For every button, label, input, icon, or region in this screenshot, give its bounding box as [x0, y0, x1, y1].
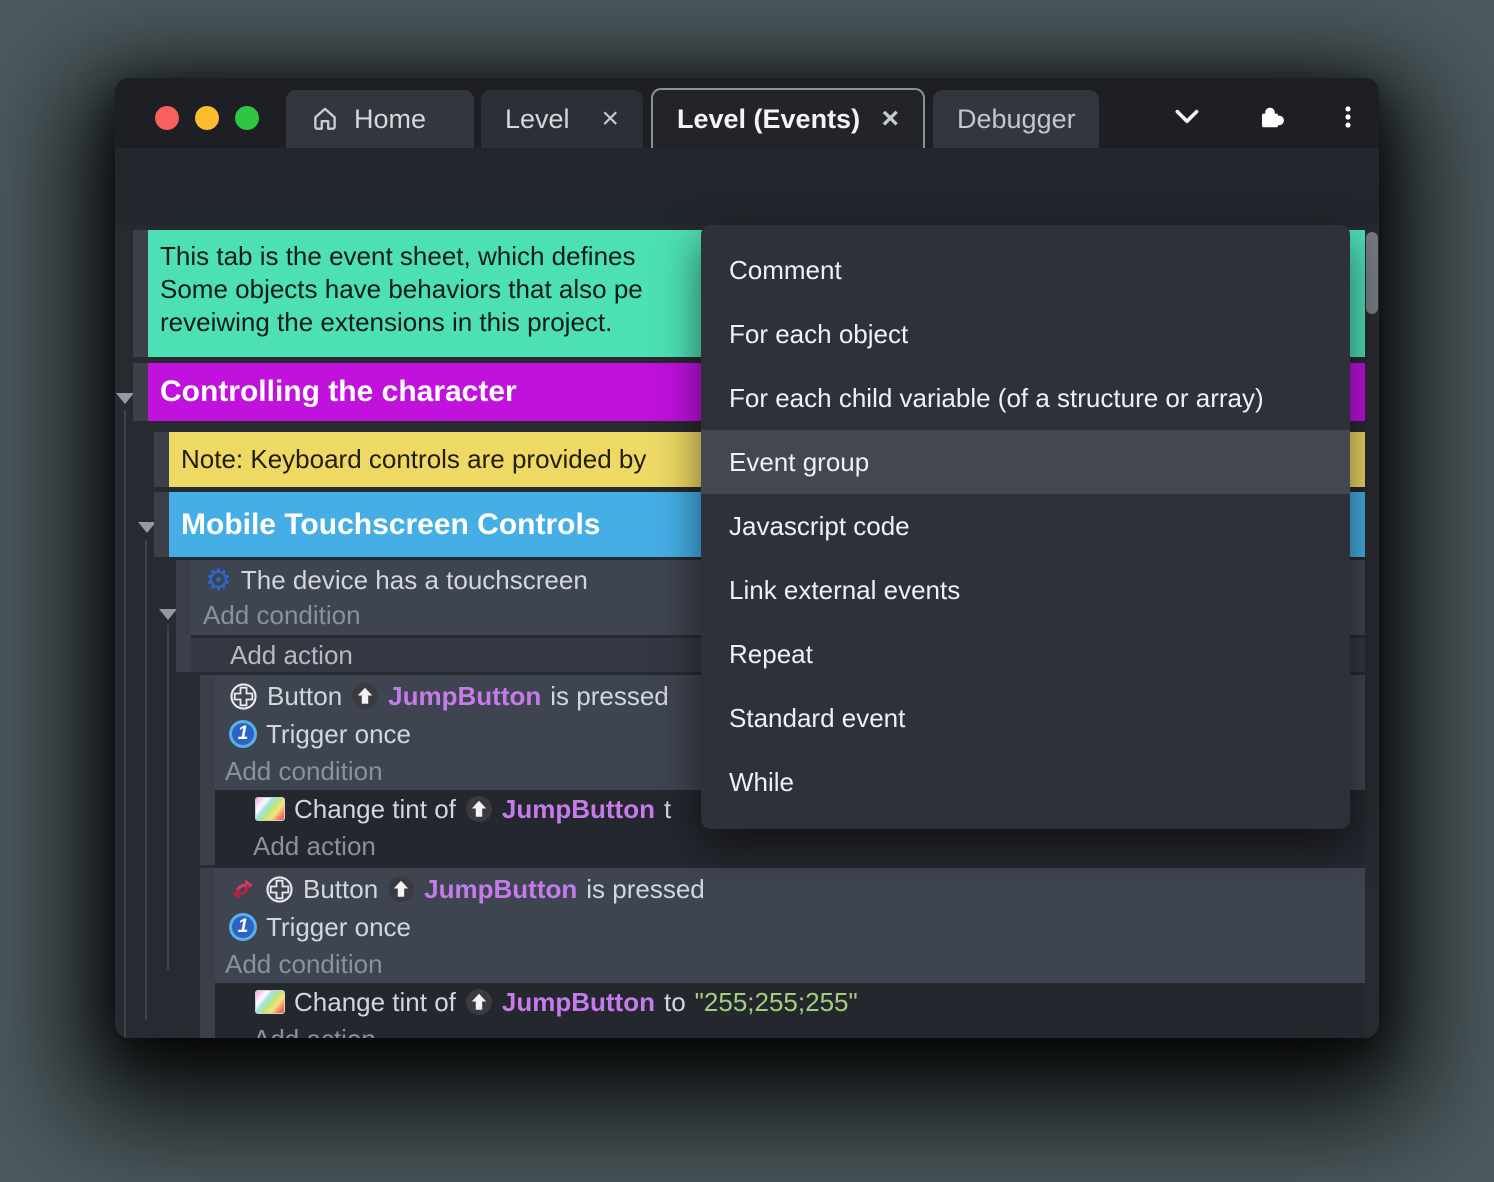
tab-label: Level (Events)	[677, 103, 861, 134]
object-icon	[387, 875, 415, 903]
chevron-down-icon[interactable]	[1170, 100, 1204, 134]
object-icon	[465, 795, 493, 823]
tab-level-events[interactable]: Level (Events) ×	[651, 88, 925, 148]
tab-label: Debugger	[957, 103, 1076, 134]
object-name: JumpButton	[424, 873, 578, 904]
add-condition-link[interactable]: Add condition	[215, 946, 1365, 983]
object-name: JumpButton	[501, 986, 655, 1017]
event-jumpbutton-not-pressed: Button JumpButton is pressed 1 Trigger o…	[200, 868, 1365, 1038]
gamepad-icon	[229, 682, 258, 711]
tab-debugger[interactable]: Debugger	[933, 90, 1099, 148]
group-title: Controlling the character	[160, 375, 517, 408]
trigger-once-icon: 1	[229, 913, 257, 941]
action-text: to	[663, 986, 686, 1017]
menu-item-javascript-code[interactable]: Javascript code	[701, 494, 1350, 558]
gamepad-icon	[265, 875, 294, 904]
app-window: Home Level × Level (Events) × Debugger T…	[115, 78, 1379, 1038]
indent-guide	[124, 410, 126, 1038]
object-name: JumpButton	[501, 793, 655, 824]
condition-text: is pressed	[586, 873, 705, 904]
event-actions[interactable]: Change tint of JumpButton to "255;255;25…	[215, 983, 1365, 1038]
trigger-once-icon: 1	[229, 720, 257, 748]
close-window-button[interactable]	[155, 106, 179, 130]
indent-guide	[145, 540, 147, 1020]
add-action-link[interactable]: Add action	[215, 828, 1365, 865]
menu-item-for-each-child-variable[interactable]: For each child variable (of a structure …	[701, 366, 1350, 430]
note-text: Note: Keyboard controls are provided by	[181, 444, 647, 474]
object-icon	[465, 988, 493, 1016]
object-name: JumpButton	[388, 680, 542, 711]
toolbar	[115, 148, 1379, 286]
menu-item-while[interactable]: While	[701, 750, 1350, 814]
event-conditions[interactable]: Button JumpButton is pressed 1 Trigger o…	[215, 868, 1365, 983]
action-text: t	[663, 793, 672, 824]
action-text: Change tint of	[294, 793, 456, 824]
object-icon	[351, 682, 379, 710]
menu-item-comment[interactable]: Comment	[701, 238, 1350, 302]
add-action-link[interactable]: Add action	[215, 1021, 1365, 1038]
menu-item-event-group[interactable]: Event group	[701, 430, 1350, 494]
close-tab-icon[interactable]: ×	[881, 104, 899, 134]
group-title: Mobile Touchscreen Controls	[181, 507, 601, 541]
menu-item-standard-event[interactable]: Standard event	[701, 686, 1350, 750]
inverted-condition-icon	[229, 876, 256, 903]
action-value: "255;255;255"	[694, 986, 858, 1017]
addons-puzzle-icon[interactable]	[1253, 100, 1287, 134]
collapse-group-icon[interactable]	[116, 393, 134, 404]
menu-item-repeat[interactable]: Repeat	[701, 622, 1350, 686]
maximize-window-button[interactable]	[235, 106, 259, 130]
condition-text: Button	[267, 680, 343, 711]
minimize-window-button[interactable]	[195, 106, 219, 130]
menu-item-for-each-object[interactable]: For each object	[701, 302, 1350, 366]
close-tab-icon[interactable]: ×	[601, 104, 619, 134]
tint-icon	[255, 990, 285, 1014]
condition-text: Trigger once	[266, 718, 411, 749]
titlebar: Home Level × Level (Events) × Debugger	[115, 78, 1379, 148]
indent-guide	[167, 625, 169, 970]
menu-item-link-external-events[interactable]: Link external events	[701, 558, 1350, 622]
tint-icon	[255, 797, 285, 821]
condition-text: Button	[303, 873, 379, 904]
tab-level[interactable]: Level ×	[481, 90, 643, 148]
action-text: Change tint of	[294, 986, 456, 1017]
collapse-event-icon[interactable]	[159, 609, 177, 620]
tab-label: Level	[505, 103, 570, 134]
vertical-scrollbar[interactable]	[1366, 232, 1378, 314]
touch-plugin-icon: ⚙	[205, 562, 232, 598]
condition-text: Trigger once	[266, 911, 411, 942]
add-event-context-menu: Comment For each object For each child v…	[701, 225, 1350, 829]
home-icon	[310, 104, 340, 134]
tab-home[interactable]: Home	[286, 90, 474, 148]
condition-text: is pressed	[550, 680, 669, 711]
condition-text: The device has a touchscreen	[240, 565, 588, 595]
kebab-menu-icon[interactable]	[1331, 100, 1365, 134]
tab-label: Home	[354, 103, 427, 134]
